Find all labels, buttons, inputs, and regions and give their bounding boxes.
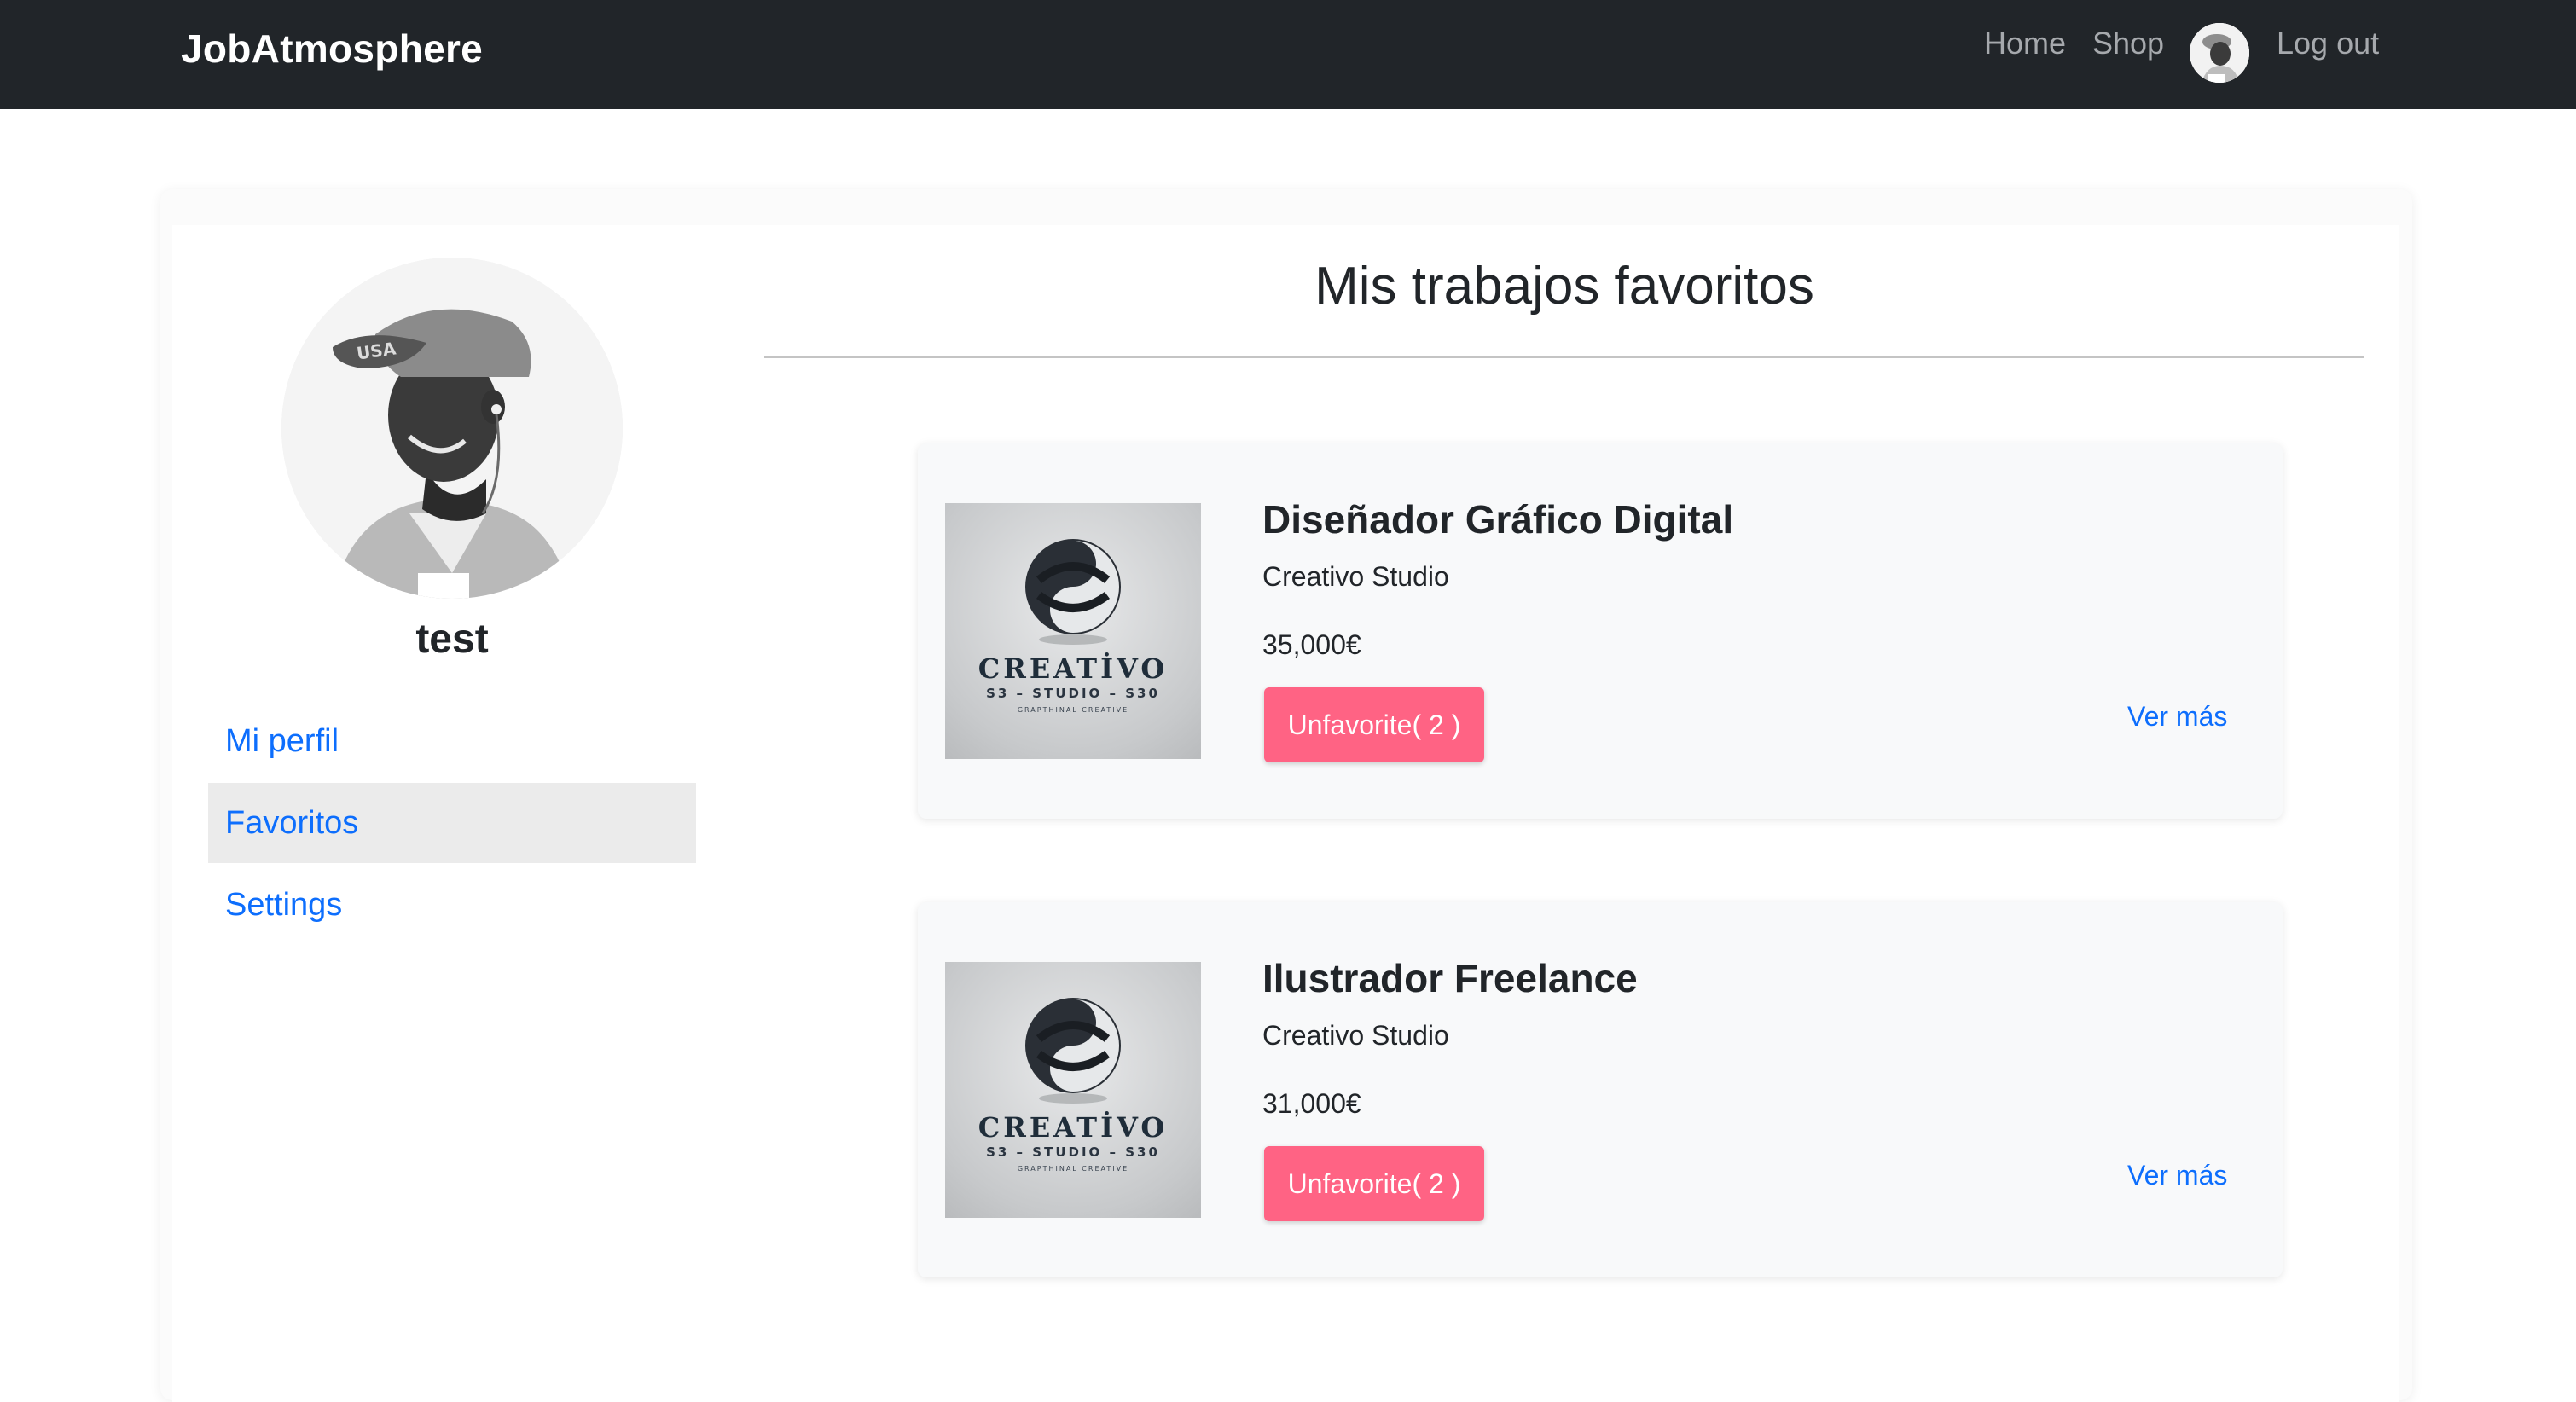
ver-mas-link[interactable]: Ver más (2127, 701, 2227, 733)
job-company: Creativo Studio (1262, 561, 1449, 592)
user-avatar-icon[interactable] (2190, 23, 2249, 83)
company-logo-image[interactable]: CREATİVO S3 – STUDIO – S30 GRAPTHINAL CR… (945, 962, 1201, 1218)
profile-avatar: USA (281, 258, 623, 599)
unfavorite-button[interactable]: Unfavorite( 2 ) (1264, 687, 1484, 762)
nav-home-link[interactable]: Home (1984, 26, 2066, 61)
job-salary: 35,000€ (1262, 629, 1361, 660)
nav-shop-link[interactable]: Shop (2092, 26, 2164, 61)
profile-username: test (415, 617, 489, 662)
sidebar-item-settings[interactable]: Settings (208, 865, 696, 945)
sidebar-item-favoritos[interactable]: Favoritos (208, 783, 696, 863)
job-salary: 31,000€ (1262, 1088, 1361, 1119)
logo-tagline: GRAPTHINAL CREATIVE (1017, 706, 1129, 714)
logo-subtitle: S3 – STUDIO – S30 (986, 686, 1160, 701)
job-title: Diseñador Gráfico Digital (1262, 497, 1734, 542)
job-card: CREATİVO S3 – STUDIO – S30 GRAPTHINAL CR… (918, 902, 2283, 1277)
company-logo-image[interactable]: CREATİVO S3 – STUDIO – S30 GRAPTHINAL CR… (945, 503, 1201, 759)
top-navbar: JobAtmosphere Home Shop Log out (0, 0, 2576, 109)
job-card: CREATİVO S3 – STUDIO – S30 GRAPTHINAL CR… (918, 443, 2283, 819)
nav-logout-link[interactable]: Log out (2277, 26, 2379, 61)
sidebar-item-mi-perfil[interactable]: Mi perfil (208, 701, 696, 781)
job-company: Creativo Studio (1262, 1020, 1449, 1051)
logo-tagline: GRAPTHINAL CREATIVE (1017, 1165, 1129, 1173)
job-title: Ilustrador Freelance (1262, 956, 1638, 1000)
logo-wordmark: CREATİVO (978, 1111, 1169, 1144)
ver-mas-link[interactable]: Ver más (2127, 1160, 2227, 1191)
title-divider (764, 356, 2364, 358)
logo-subtitle: S3 – STUDIO – S30 (986, 1144, 1160, 1160)
logo-wordmark: CREATİVO (978, 652, 1169, 685)
unfavorite-button[interactable]: Unfavorite( 2 ) (1264, 1146, 1484, 1221)
page-title: Mis trabajos favoritos (1314, 257, 1814, 316)
brand-logo[interactable]: JobAtmosphere (181, 26, 483, 72)
